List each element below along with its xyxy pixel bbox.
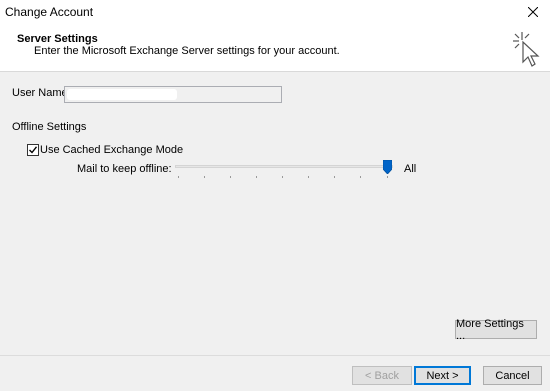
mail-offline-value: All: [404, 163, 417, 175]
slider-tick: [256, 176, 257, 178]
slider-tick: [387, 176, 388, 178]
slider-tick: [178, 176, 179, 178]
cached-mode-label[interactable]: Use Cached Exchange Mode: [40, 144, 183, 156]
checkmark-icon: [29, 146, 38, 154]
back-button[interactable]: < Back: [352, 366, 412, 385]
page-title: Server Settings: [17, 33, 98, 45]
slider-tick: [308, 176, 309, 178]
close-icon: [528, 7, 538, 17]
redacted-value: [67, 89, 177, 100]
mail-offline-slider[interactable]: [175, 165, 393, 168]
slider-tick: [334, 176, 335, 178]
slider-tick: [282, 176, 283, 178]
slider-tick: [204, 176, 205, 178]
cursor-click-icon: [513, 32, 540, 67]
slider-thumb[interactable]: [383, 160, 392, 174]
window-title: Change Account: [5, 5, 94, 19]
close-button[interactable]: [516, 0, 550, 24]
slider-tick: [360, 176, 361, 178]
slider-tick: [230, 176, 231, 178]
cached-mode-checkbox[interactable]: [27, 144, 39, 156]
wizard-header: Server Settings Enter the Microsoft Exch…: [0, 24, 550, 72]
cancel-button[interactable]: Cancel: [483, 366, 542, 385]
page-subtitle: Enter the Microsoft Exchange Server sett…: [34, 45, 340, 57]
mail-offline-label: Mail to keep offline:: [77, 163, 172, 175]
user-name-field[interactable]: [64, 86, 282, 103]
footer-divider: [0, 355, 550, 356]
user-name-label: User Name:: [12, 87, 71, 99]
offline-settings-heading: Offline Settings: [12, 121, 87, 133]
next-button[interactable]: Next >: [414, 366, 471, 385]
title-bar: Change Account: [0, 0, 550, 24]
more-settings-button[interactable]: More Settings ...: [455, 318, 537, 342]
